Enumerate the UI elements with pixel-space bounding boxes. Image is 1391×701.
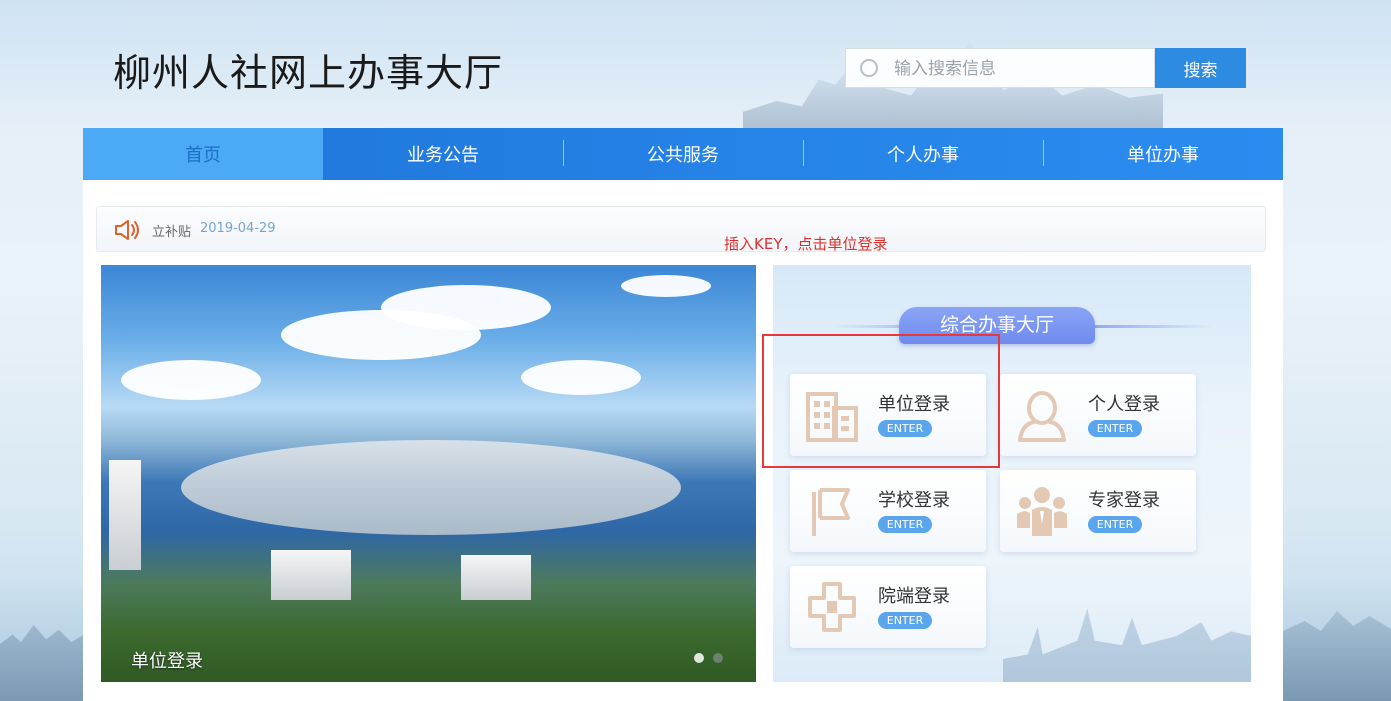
cross-icon (808, 582, 856, 632)
school-login-card[interactable]: 学校登录 ENTER (790, 470, 986, 552)
hospital-login-card[interactable]: 院端登录 ENTER (790, 566, 986, 648)
notice-date: 2019-04-29 (200, 221, 276, 236)
main-nav: 首页 业务公告 公共服务 个人办事 单位办事 (83, 128, 1283, 180)
banner-carousel[interactable]: 单位登录 (101, 265, 756, 682)
notice-bar: 立补贴 2019-04-29 (96, 206, 1266, 252)
banner-building (461, 555, 531, 600)
banner-cloud (521, 360, 641, 395)
card-label: 学校登录 (878, 490, 950, 511)
nav-item-unit-affairs[interactable]: 单位办事 (1043, 128, 1283, 180)
enter-badge[interactable]: ENTER (878, 612, 932, 629)
site-header: 柳州人社网上办事大厅 搜索 (83, 0, 1283, 128)
enter-badge[interactable]: ENTER (1088, 516, 1142, 533)
annotation-highlight-box (762, 334, 1000, 468)
search-input[interactable] (892, 49, 1146, 89)
banner-cloud (381, 285, 551, 330)
banner-tower (109, 460, 141, 570)
service-hall-panel: 综合办事大厅 单位登录 ENTER 个人登录 ENTER 学校登录 ENTER … (773, 265, 1251, 682)
site-title: 柳州人社网上办事大厅 (113, 51, 504, 95)
flag-icon (812, 488, 850, 536)
banner-cloud (621, 275, 711, 297)
group-icon (1017, 487, 1067, 536)
search-icon (860, 59, 878, 77)
person-icon (1018, 391, 1066, 442)
nav-item-home[interactable]: 首页 (83, 128, 323, 180)
nav-item-announcements[interactable]: 业务公告 (323, 128, 563, 180)
notice-title-link[interactable]: 立补贴 (152, 221, 191, 240)
nav-item-public-services[interactable]: 公共服务 (563, 128, 803, 180)
nav-item-personal-affairs[interactable]: 个人办事 (803, 128, 1043, 180)
main-content: 立补贴 2019-04-29 插入KEY，点击单位登录 单位登录 综合办事大厅 (83, 180, 1283, 701)
banner-building (271, 550, 351, 600)
carousel-dot[interactable] (713, 653, 723, 663)
banner-peninsula (181, 440, 681, 535)
card-label: 个人登录 (1088, 394, 1160, 415)
expert-login-card[interactable]: 专家登录 ENTER (1000, 470, 1196, 552)
card-label: 专家登录 (1088, 490, 1160, 511)
search-button[interactable]: 搜索 (1155, 48, 1246, 88)
banner-cloud (121, 360, 261, 400)
banner-caption: 单位登录 (131, 651, 203, 672)
search-box (845, 48, 1155, 89)
panel-skyline-illustration (1003, 608, 1251, 682)
personal-login-card[interactable]: 个人登录 ENTER (1000, 374, 1196, 456)
enter-badge[interactable]: ENTER (878, 516, 932, 533)
annotation-instruction: 插入KEY，点击单位登录 (724, 235, 888, 253)
speaker-icon (115, 220, 139, 240)
enter-badge[interactable]: ENTER (1088, 420, 1142, 437)
card-label: 院端登录 (878, 586, 950, 607)
carousel-dot[interactable] (694, 653, 704, 663)
